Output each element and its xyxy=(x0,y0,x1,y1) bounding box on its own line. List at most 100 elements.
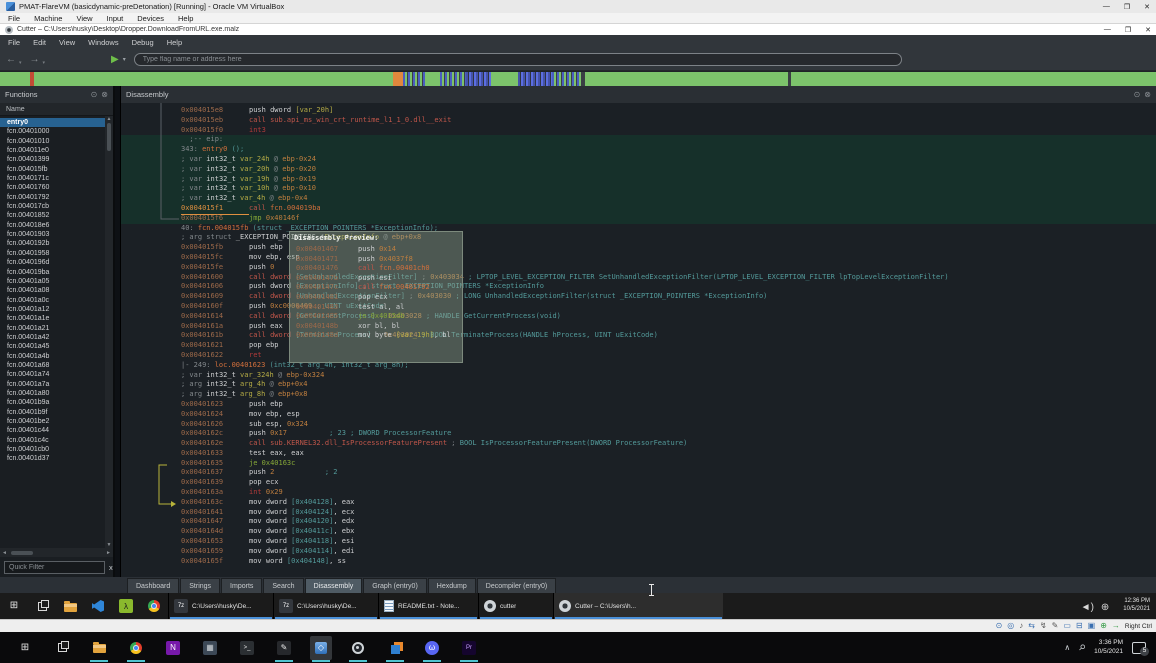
memory-segment[interactable] xyxy=(466,72,491,86)
disasm-line[interactable]: 0x00401483test al, al xyxy=(294,303,458,313)
vm-taskbar-vscode-icon[interactable] xyxy=(84,593,112,619)
disasm-line[interactable]: 0x004015fbpush ebp xyxy=(121,243,1156,253)
function-list-item[interactable]: fcn.004018e6 xyxy=(0,221,113,230)
scroll-right-icon[interactable]: ► xyxy=(106,550,111,556)
function-list-item[interactable]: fcn.00401d37 xyxy=(0,454,113,463)
disasm-line[interactable]: 0x0040165fmov word [0x404148], ss xyxy=(121,557,1156,567)
disasm-line[interactable]: 0x0040148bxor bl, bl xyxy=(294,322,458,332)
host-taskbar-chrome-icon[interactable] xyxy=(125,636,147,660)
clear-filter-button[interactable]: x xyxy=(109,563,113,572)
function-list-item[interactable]: fcn.0040171c xyxy=(0,174,113,183)
undock-panel-icon[interactable]: ⊙ xyxy=(91,90,98,99)
disasm-line[interactable]: 0x004015f6jmp 0x40146f xyxy=(121,214,1156,224)
function-list-item[interactable]: fcn.00401000 xyxy=(0,127,113,136)
function-list-item[interactable]: fcn.00401b9a xyxy=(0,398,113,407)
usb-icon[interactable]: ↯ xyxy=(1040,622,1047,630)
memory-segment[interactable] xyxy=(0,72,30,86)
disasm-line[interactable]: 0x00401481pop ecx xyxy=(294,293,458,303)
cutter-restore-button[interactable]: ❐ xyxy=(1125,26,1131,34)
back-arrow-icon[interactable]: ← xyxy=(6,54,16,65)
tab-strings[interactable]: Strings xyxy=(180,578,220,593)
disasm-line[interactable]: 0x004015ebcall sub.api_ms_win_crt_runtim… xyxy=(121,116,1156,126)
disasm-line[interactable]: 0x00401471push 0x4037f8 xyxy=(294,255,458,265)
function-list-item[interactable]: fcn.00401a21 xyxy=(0,324,113,333)
function-list-item[interactable]: fcn.00401c44 xyxy=(0,426,113,435)
disasm-line[interactable]: 0x00401621pop ebp xyxy=(121,341,1156,351)
network-adapter-icon[interactable]: ⇆ xyxy=(1028,622,1035,630)
function-list-item[interactable]: fcn.00401a7a xyxy=(0,380,113,389)
memory-segment[interactable] xyxy=(393,72,403,86)
disasm-line[interactable]: ;-- eip: xyxy=(121,135,1156,145)
function-list-item[interactable]: fcn.00401a80 xyxy=(0,389,113,398)
close-panel-icon[interactable]: ⊗ xyxy=(101,90,108,99)
disasm-line[interactable]: 0x004015fcmov ebp, esp xyxy=(121,253,1156,263)
memory-segment[interactable] xyxy=(427,72,441,86)
function-list-item[interactable]: fcn.00401a12 xyxy=(0,305,113,314)
disasm-line[interactable]: ; var int32_t var_20h @ ebp-0x20 xyxy=(121,165,1156,175)
vbox-close-button[interactable]: ✕ xyxy=(1144,3,1150,11)
host-taskbar-file-explorer-icon[interactable] xyxy=(88,636,110,660)
cutter-menu-item-view[interactable]: View xyxy=(59,38,75,47)
disasm-line[interactable]: 0x00401637push 2 ; 2 xyxy=(121,468,1156,478)
function-list-item[interactable]: fcn.00401c4c xyxy=(0,436,113,445)
disasm-line[interactable]: 0x0040147bpush esi xyxy=(294,274,458,284)
function-list-item[interactable]: fcn.00401a05 xyxy=(0,277,113,286)
host-clock[interactable]: 3:36 PM 10/5/2021 xyxy=(1094,639,1123,657)
cutter-menu-item-debug[interactable]: Debug xyxy=(132,38,154,47)
scrollbar-thumb[interactable] xyxy=(11,551,33,555)
close-panel-icon[interactable]: ⊗ xyxy=(1144,90,1151,99)
disasm-line[interactable]: 0x00401467push 0x14 xyxy=(294,245,458,255)
cutter-menu-item-windows[interactable]: Windows xyxy=(88,38,118,47)
function-list-item[interactable]: fcn.00401cb0 xyxy=(0,445,113,454)
host-taskbar-onenote-icon[interactable]: N xyxy=(162,636,184,660)
disasm-line[interactable]: 0x00401633test eax, eax xyxy=(121,449,1156,459)
address-search-input[interactable] xyxy=(134,53,902,66)
disasm-line[interactable]: 0x00401485je 0x4015db xyxy=(294,312,458,322)
disasm-line[interactable]: 343: entry0 (); xyxy=(121,145,1156,155)
disasm-line[interactable]: 0x0040163cmov dword [0x404128], eax xyxy=(121,498,1156,508)
memory-segment[interactable] xyxy=(791,72,1156,86)
function-list-item[interactable]: fcn.00401a42 xyxy=(0,333,113,342)
memory-segment[interactable] xyxy=(518,72,553,86)
disasm-line[interactable]: 0x00401659mov dword [0x404114], edi xyxy=(121,547,1156,557)
scroll-down-icon[interactable]: ▼ xyxy=(107,542,112,548)
tab-hexdump[interactable]: Hexdump xyxy=(428,578,476,593)
7zip-window-button[interactable]: 7zC:\Users\husky\De... xyxy=(273,593,378,619)
vm-taskbar-task-view-icon[interactable] xyxy=(28,593,56,619)
function-list-item[interactable]: fcn.0040192b xyxy=(0,239,113,248)
disasm-line[interactable]: |- 249: loc.00401623 (int32_t arg_4h, in… xyxy=(121,361,1156,371)
disasm-line[interactable]: 0x00401647mov dword [0x404120], edx xyxy=(121,517,1156,527)
cutter-window-button[interactable]: cutter xyxy=(478,593,553,619)
cutter-menu-item-edit[interactable]: Edit xyxy=(33,38,46,47)
function-list-item[interactable]: fcn.00401760 xyxy=(0,183,113,192)
disasm-line[interactable]: ; arg int32_t arg_8h @ ebp+0x8 xyxy=(121,390,1156,400)
audio-icon[interactable]: ♪ xyxy=(1019,622,1023,630)
disasm-line[interactable]: 0x004015f1call fcn.004019ba xyxy=(121,204,1156,214)
tab-decompiler-entry0-[interactable]: Decompiler (entry0) xyxy=(477,578,556,593)
vbox-minimize-button[interactable]: — xyxy=(1103,3,1110,11)
disasm-line[interactable]: 0x00401641mov dword [0x404124], ecx xyxy=(121,508,1156,518)
optical-drive-icon[interactable]: ◎ xyxy=(1007,622,1014,630)
function-list-item[interactable]: fcn.00401a74 xyxy=(0,370,113,379)
function-list-item[interactable]: fcn.00401b9f xyxy=(0,408,113,417)
memory-segment[interactable] xyxy=(34,72,394,86)
disasm-line[interactable]: ; var int32_t var_10h @ ebp-0x10 xyxy=(121,184,1156,194)
vbox-menu-item-file[interactable]: File xyxy=(8,14,20,23)
disasm-line[interactable]: ; var int32_t var_4h @ ebp-0x4 xyxy=(121,194,1156,204)
disasm-line[interactable]: 0x0040147ccall fcn.00401792 xyxy=(294,283,458,293)
disasm-line[interactable]: ; var int32_t var_19h @ ebp-0x19 xyxy=(121,175,1156,185)
host-taskbar-sketch-pen-icon[interactable]: ✎ xyxy=(273,636,295,660)
disasm-line[interactable]: ; var int32_t var_324h @ ebp-0x324 xyxy=(121,371,1156,381)
scroll-up-icon[interactable]: ▲ xyxy=(107,116,112,122)
disasm-line[interactable]: 0x00401653mov dword [0x404118], esi xyxy=(121,537,1156,547)
function-list-item[interactable]: fcn.00401792 xyxy=(0,193,113,202)
vbox-menu-item-machine[interactable]: Machine xyxy=(34,14,62,23)
memory-segment[interactable] xyxy=(585,72,788,86)
forward-arrow-icon[interactable]: → xyxy=(30,54,40,65)
disasm-line[interactable]: ; var int32_t var_24h @ ebp-0x24 xyxy=(121,155,1156,165)
disasm-line[interactable]: 0x0040148dmov byte [var_19h], bl xyxy=(294,331,458,341)
function-list-item[interactable]: fcn.00401a68 xyxy=(0,361,113,370)
vm-taskbar-start-icon[interactable]: ⊞ xyxy=(0,593,28,619)
disasm-line[interactable]: 0x0040160fpush 0xc0000409 ; UINT uExitCo… xyxy=(121,302,1156,312)
play-caret-icon[interactable]: ▾ xyxy=(123,56,126,63)
